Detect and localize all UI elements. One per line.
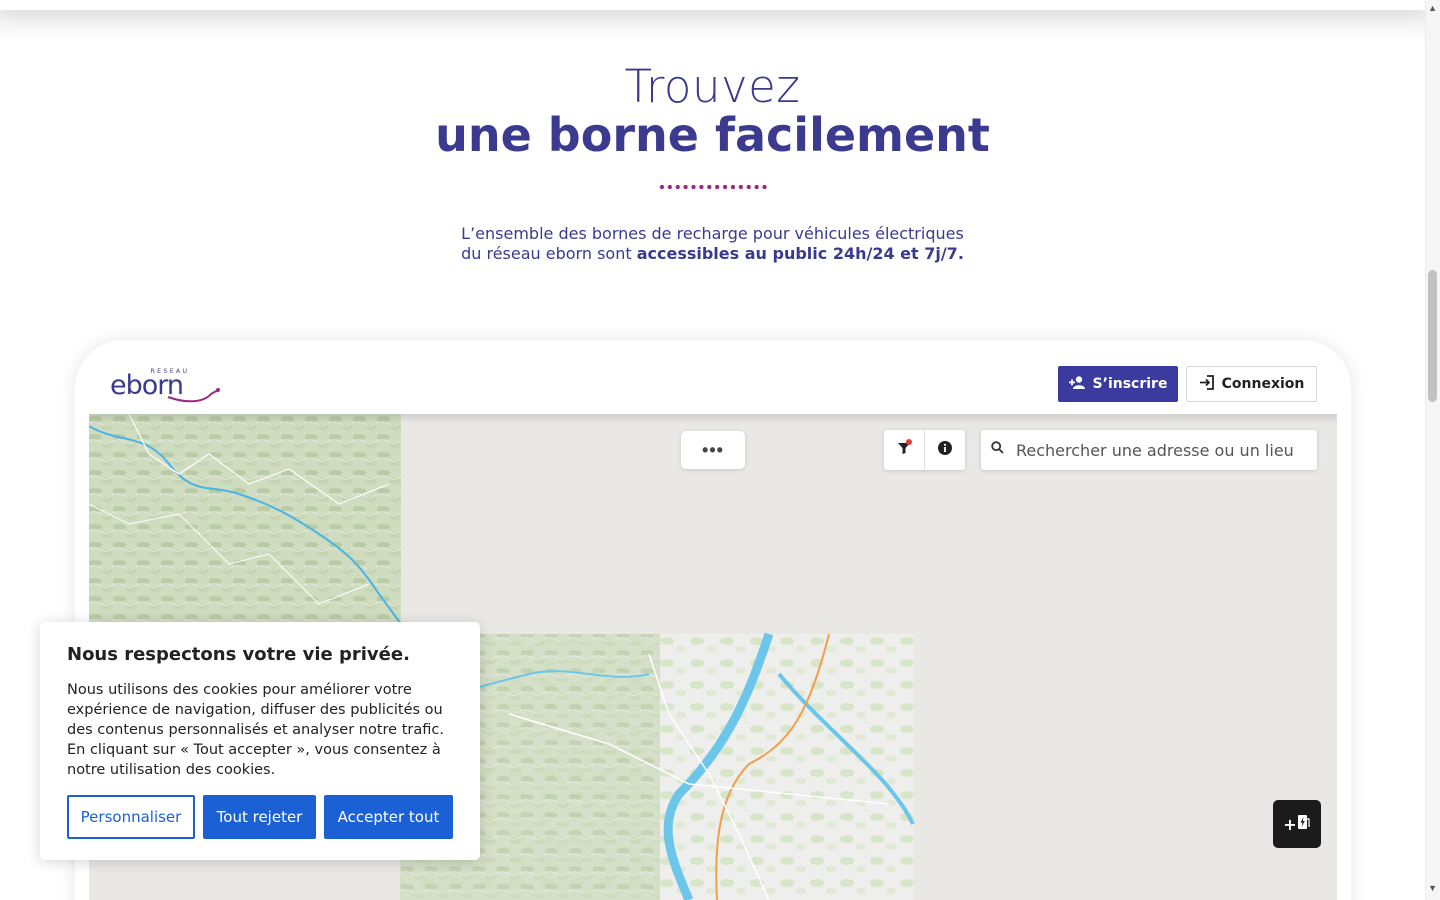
description-line-1: L’ensemble des bornes de recharge pour v… — [461, 224, 964, 243]
login-icon — [1199, 374, 1215, 394]
accept-all-button[interactable]: Accepter tout — [324, 795, 453, 839]
description-bold: accessibles au public 24h/24 et 7j/7. — [636, 244, 964, 263]
scroll-down-arrow-icon[interactable]: ▼ — [1428, 883, 1437, 893]
cookie-text: Nous utilisons des cookies pour améliore… — [67, 682, 444, 778]
description-prefix: du réseau eborn sont — [461, 244, 637, 263]
search-icon — [991, 441, 1004, 459]
filter-button[interactable] — [884, 430, 924, 470]
decorative-dots — [658, 184, 768, 190]
description-line-2: du réseau eborn sont accessibles au publ… — [0, 244, 1425, 264]
login-label: Connexion — [1221, 376, 1305, 392]
hero-title-light: Trouvez — [624, 60, 801, 113]
customize-button[interactable]: Personnaliser — [67, 795, 195, 839]
map-search — [981, 430, 1317, 470]
hero-description: L’ensemble des bornes de recharge pour v… — [0, 224, 1425, 264]
more-label: ••• — [702, 439, 724, 460]
scroll-thumb[interactable] — [1428, 270, 1437, 402]
filter-active-dot — [906, 439, 912, 445]
signup-button[interactable]: S’inscrire — [1058, 366, 1178, 402]
eborn-logo[interactable]: RESEAU eborn — [108, 364, 223, 404]
search-input[interactable] — [1016, 440, 1306, 460]
charging-station-icon — [1297, 814, 1311, 834]
logo-main-text: eborn — [110, 370, 183, 401]
cookie-banner: Nous respectons votre vie privée. Nous u… — [40, 622, 480, 860]
site-header-edge — [0, 0, 1425, 10]
user-plus-icon — [1068, 375, 1086, 393]
info-icon — [937, 440, 952, 460]
map-controls — [884, 430, 965, 470]
signup-label: S’inscrire — [1092, 376, 1168, 392]
hero-title-bold: une borne facilement — [435, 108, 990, 162]
add-station-button[interactable]: + — [1273, 800, 1321, 848]
add-label: + — [1283, 814, 1297, 834]
cookie-title: Nous respectons votre vie privée. — [67, 644, 410, 665]
page-scrollbar[interactable]: ▲ ▼ — [1425, 0, 1440, 900]
map-top-shadow — [89, 414, 1337, 424]
reject-all-button[interactable]: Tout rejeter — [203, 795, 316, 839]
info-button[interactable] — [924, 430, 964, 470]
scroll-up-arrow-icon[interactable]: ▲ — [1428, 3, 1437, 13]
login-button[interactable]: Connexion — [1186, 366, 1317, 402]
map-more-button[interactable]: ••• — [681, 431, 745, 469]
